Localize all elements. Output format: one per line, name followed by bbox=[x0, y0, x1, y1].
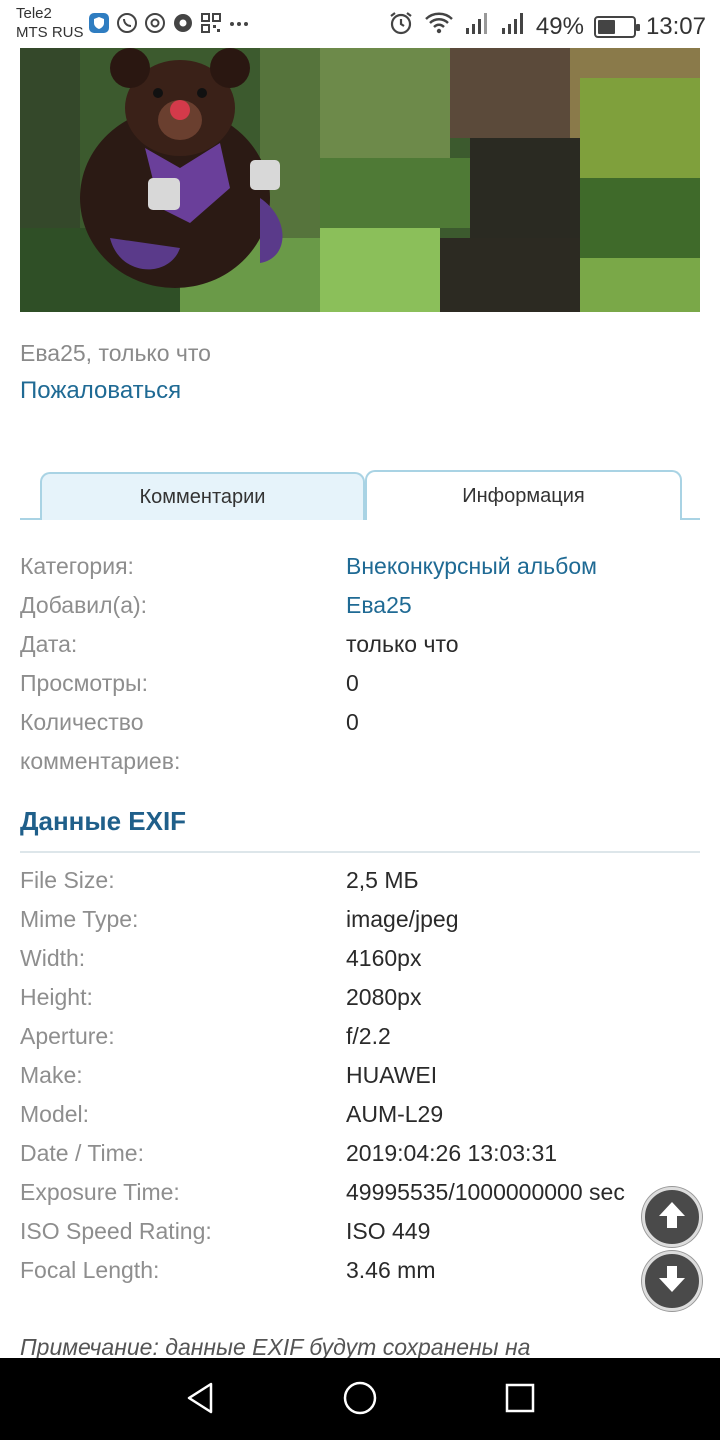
author-link[interactable]: Ева25 bbox=[346, 586, 412, 625]
record-icon bbox=[172, 12, 194, 34]
arrow-down-icon bbox=[654, 1261, 690, 1302]
info-value: только что bbox=[346, 631, 459, 657]
more-icon bbox=[228, 12, 250, 34]
exif-label: Height: bbox=[20, 984, 93, 1010]
qr-icon bbox=[200, 12, 222, 34]
home-button[interactable] bbox=[338, 1378, 382, 1422]
arrow-up-icon bbox=[654, 1197, 690, 1238]
exif-value: 2080px bbox=[346, 984, 422, 1010]
exif-label: Aperture: bbox=[20, 1023, 115, 1049]
category-link[interactable]: Внеконкурсный альбом bbox=[346, 547, 597, 586]
exif-row: Width: 4160px bbox=[20, 939, 700, 978]
info-value: 0 bbox=[346, 709, 359, 735]
info-row-added-by: Добавил(а): Ева25 bbox=[20, 586, 700, 625]
exif-value: 2019:04:26 13:03:31 bbox=[346, 1140, 558, 1166]
carrier-2: MTS RUS bbox=[16, 24, 84, 41]
exif-value: ISO 449 bbox=[346, 1218, 431, 1244]
exif-label: Date / Time: bbox=[20, 1140, 144, 1166]
exif-value: AUM-L29 bbox=[346, 1101, 444, 1127]
whatsapp-icon bbox=[116, 12, 138, 34]
scroll-down-button[interactable] bbox=[642, 1251, 702, 1311]
exif-note: Примечание: данные EXIF будут сохранены … bbox=[20, 1334, 531, 1360]
teddy-bear-photo[interactable] bbox=[20, 48, 700, 312]
exif-row: Date / Time: 2019:04:26 13:03:31 bbox=[20, 1134, 700, 1173]
recents-button[interactable] bbox=[498, 1378, 542, 1422]
exif-heading: Данные EXIF bbox=[20, 806, 187, 836]
tab-information[interactable]: Информация bbox=[365, 470, 682, 520]
carrier-info: Tele2 MTS RUS bbox=[16, 4, 84, 42]
tab-comments[interactable]: Комментарии bbox=[40, 472, 365, 520]
exif-row: Mime Type: image/jpeg bbox=[20, 900, 700, 939]
battery-level bbox=[597, 19, 615, 34]
exif-value: 3.46 mm bbox=[346, 1257, 436, 1283]
exif-row: Exposure Time: 49995535/1000000000 sec bbox=[20, 1173, 700, 1212]
info-label: Просмотры: bbox=[20, 670, 148, 696]
report-link[interactable]: Пожаловаться bbox=[20, 377, 181, 405]
info-row-category: Категория: Внеконкурсный альбом bbox=[20, 547, 700, 586]
info-label: Категория: bbox=[20, 553, 134, 579]
info-value: 0 bbox=[346, 670, 359, 696]
home-icon bbox=[342, 1380, 378, 1421]
exif-label: Width: bbox=[20, 945, 86, 971]
carrier-1: Tele2 bbox=[16, 5, 52, 22]
signal-icon bbox=[464, 10, 490, 43]
status-bar: Tele2 MTS RUS 49% 13:07 bbox=[0, 0, 720, 48]
exif-label: Exposure Time: bbox=[20, 1179, 180, 1205]
exif-value: 4160px bbox=[346, 945, 422, 971]
exif-label: File Size: bbox=[20, 867, 115, 893]
exif-value: 49995535/1000000000 sec bbox=[346, 1179, 625, 1205]
info-row-comment-count-cont: комментариев: bbox=[20, 742, 700, 781]
recents-icon bbox=[503, 1381, 537, 1420]
exif-value: 2,5 МБ bbox=[346, 867, 419, 893]
battery-percent: 49% bbox=[535, 12, 584, 40]
exif-row: Make: HUAWEI bbox=[20, 1056, 700, 1095]
at-icon bbox=[144, 12, 166, 34]
alarm-icon bbox=[388, 10, 414, 43]
info-label: Дата: bbox=[20, 631, 78, 657]
info-row-views: Просмотры: 0 bbox=[20, 664, 700, 703]
info-label: Добавил(а): bbox=[20, 592, 148, 618]
wifi-icon bbox=[424, 10, 454, 43]
exif-value: f/2.2 bbox=[346, 1023, 391, 1049]
shield-app-icon bbox=[88, 12, 110, 34]
info-label: Количество bbox=[20, 709, 144, 735]
notification-icons bbox=[88, 12, 250, 34]
navigation-bar bbox=[0, 1358, 720, 1440]
exif-row: Aperture: f/2.2 bbox=[20, 1017, 700, 1056]
system-icons: 49% 13:07 bbox=[388, 10, 706, 43]
info-row-date: Дата: только что bbox=[20, 625, 700, 664]
exif-row: File Size: 2,5 МБ bbox=[20, 861, 700, 900]
battery-icon bbox=[593, 15, 640, 38]
exif-table: File Size: 2,5 МБ Mime Type: image/jpeg Widt… bbox=[20, 861, 700, 1290]
back-icon bbox=[183, 1380, 217, 1421]
exif-value: HUAWEI bbox=[346, 1062, 438, 1088]
exif-row: Model: AUM-L29 bbox=[20, 1095, 700, 1134]
exif-label: Focal Length: bbox=[20, 1257, 160, 1283]
exif-value: image/jpeg bbox=[346, 906, 459, 932]
info-table: Категория: Внеконкурсный альбом Добавил(… bbox=[20, 547, 700, 781]
info-row-comment-count: Количество 0 bbox=[20, 703, 700, 742]
exif-label: Model: bbox=[20, 1101, 90, 1127]
author-timestamp: Ева25, только что bbox=[20, 340, 211, 366]
clock: 13:07 bbox=[645, 12, 706, 40]
exif-label: ISO Speed Rating: bbox=[20, 1218, 212, 1244]
exif-label: Make: bbox=[20, 1062, 83, 1088]
tab-bar: Комментарии Информация bbox=[20, 470, 700, 520]
exif-label: Mime Type: bbox=[20, 906, 139, 932]
signal-icon bbox=[500, 10, 526, 43]
back-button[interactable] bbox=[178, 1378, 222, 1422]
scroll-up-button[interactable] bbox=[642, 1187, 702, 1247]
info-label: комментариев: bbox=[20, 748, 181, 774]
exif-row: ISO Speed Rating: ISO 449 bbox=[20, 1212, 700, 1251]
exif-row: Height: 2080px bbox=[20, 978, 700, 1017]
exif-row: Focal Length: 3.46 mm bbox=[20, 1251, 700, 1290]
divider bbox=[20, 851, 700, 853]
